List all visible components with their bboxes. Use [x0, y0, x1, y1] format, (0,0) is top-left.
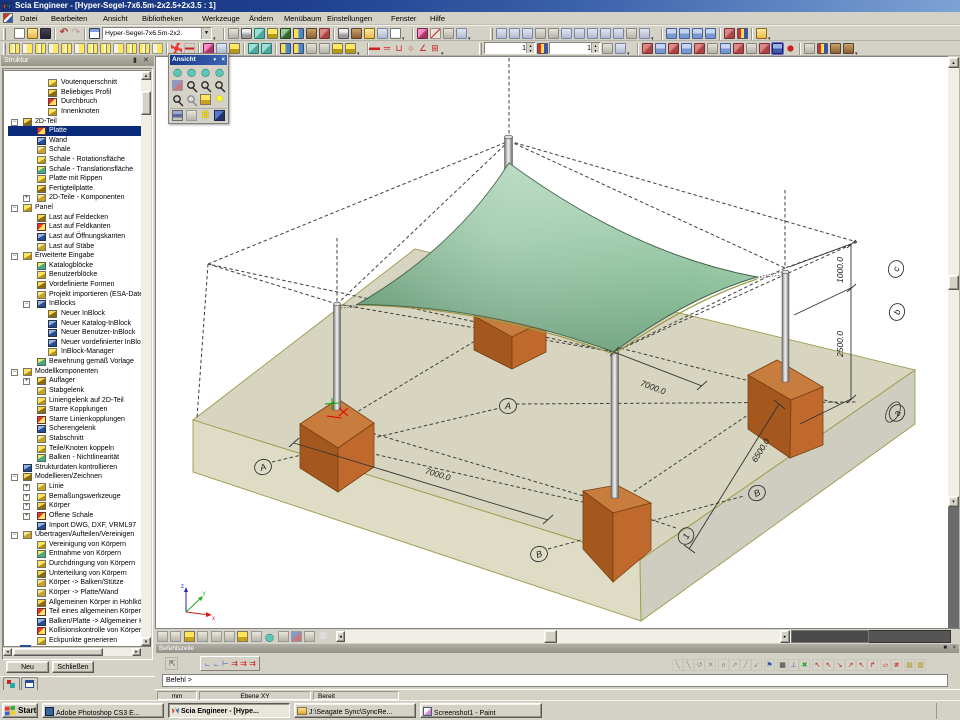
svg-text:c: c	[891, 265, 902, 273]
svg-text:A: A	[504, 401, 511, 411]
svg-text:Y: Y	[202, 592, 206, 598]
svg-text:z: z	[181, 584, 184, 590]
svg-text:b: b	[892, 308, 903, 316]
svg-text:1000.0: 1000.0	[835, 257, 845, 283]
svg-text:x: x	[212, 616, 215, 622]
svg-text:2500.0: 2500.0	[835, 331, 845, 358]
